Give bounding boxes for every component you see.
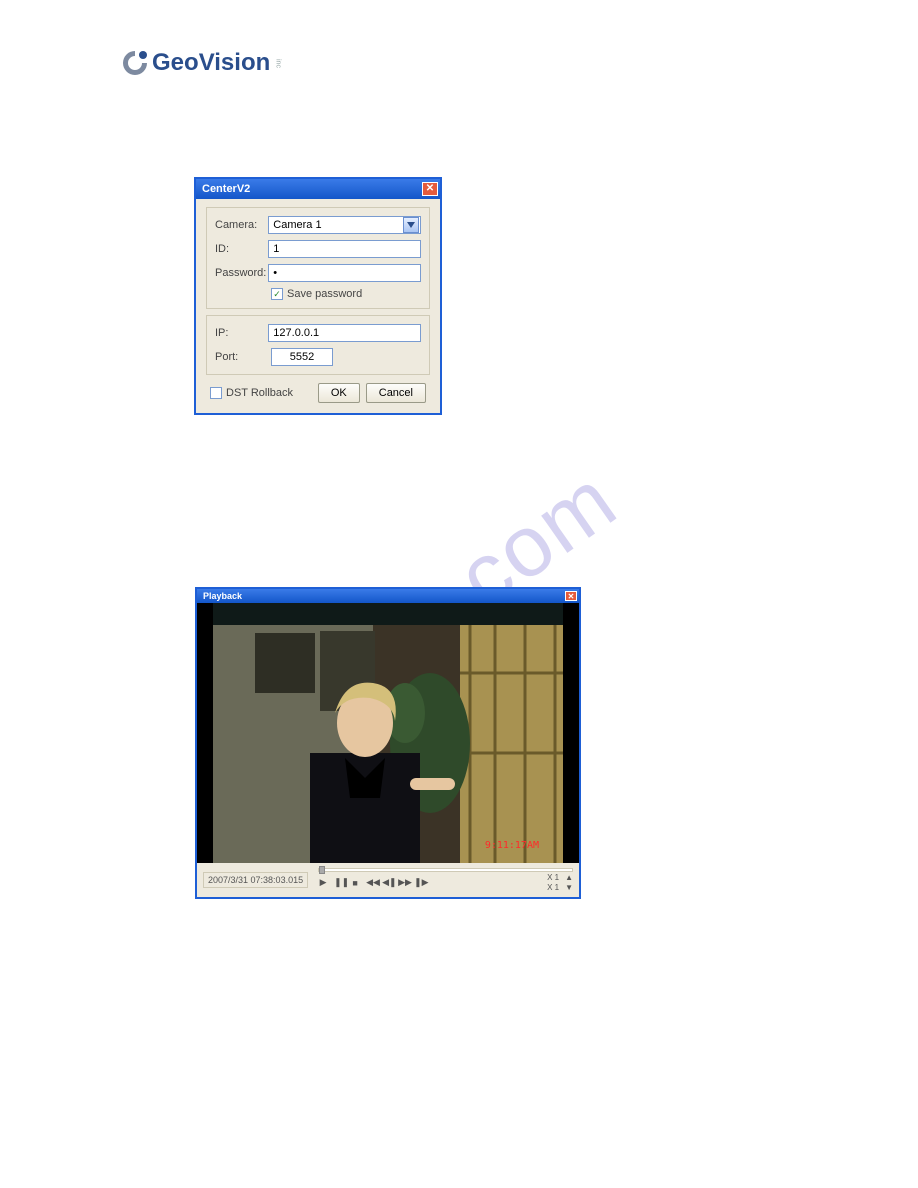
logo-text: GeoVision: [152, 49, 270, 77]
dst-label: DST Rollback: [226, 387, 293, 399]
camera-value: Camera 1: [273, 219, 321, 231]
checkbox-icon: ✓: [271, 288, 283, 300]
checkbox-icon: ✓: [210, 387, 222, 399]
step-back-button[interactable]: ◀❚: [382, 877, 392, 888]
speed-indicator: X 1▲ X 1▼: [547, 873, 573, 892]
playback-progress[interactable]: [318, 868, 573, 872]
centerv2-dialog: CenterV2 ✕ Camera: Camera 1 ID: Password…: [194, 177, 442, 415]
stop-button[interactable]: ■: [350, 878, 360, 888]
pause-button[interactable]: ❚❚: [334, 877, 344, 888]
close-button[interactable]: ✕: [422, 182, 438, 196]
password-field[interactable]: [268, 264, 421, 282]
camera-select[interactable]: Camera 1: [268, 216, 421, 234]
speed-up-button[interactable]: ▲: [565, 873, 573, 882]
ip-label: IP:: [215, 327, 268, 339]
id-field[interactable]: [268, 240, 421, 258]
video-area: 9:11:17AM: [197, 603, 579, 863]
playback-controls: 2007/3/31 07:38:03.015 ▶ ❚❚ ■ ◀◀ ◀❚ ▶▶ ❚…: [197, 863, 579, 897]
ok-button[interactable]: OK: [318, 383, 360, 403]
dst-rollback-checkbox[interactable]: ✓ DST Rollback: [210, 387, 293, 399]
geovision-icon: [120, 48, 150, 78]
rewind-button[interactable]: ◀◀: [366, 877, 376, 888]
play-button[interactable]: ▶: [318, 877, 328, 888]
id-label: ID:: [215, 243, 268, 255]
password-label: Password:: [215, 267, 268, 279]
step-fwd-button[interactable]: ❚▶: [414, 877, 424, 888]
save-password-checkbox[interactable]: ✓ Save password: [271, 288, 362, 300]
progress-knob[interactable]: [319, 866, 325, 874]
speed-down-button[interactable]: ▼: [565, 883, 573, 892]
port-label: Port:: [215, 351, 271, 363]
playback-titlebar: Playback ✕: [197, 589, 579, 603]
fast-forward-button[interactable]: ▶▶: [398, 877, 408, 888]
close-icon: ✕: [426, 184, 434, 194]
dialog-titlebar: CenterV2 ✕: [196, 179, 440, 199]
chevron-down-icon: [403, 217, 419, 233]
save-password-label: Save password: [287, 288, 362, 300]
playback-title: Playback: [203, 591, 242, 601]
close-button[interactable]: ✕: [565, 591, 577, 601]
port-field[interactable]: [271, 348, 333, 366]
video-timestamp-overlay: 9:11:17AM: [485, 840, 539, 851]
dialog-title: CenterV2: [202, 183, 250, 195]
camera-label: Camera:: [215, 219, 268, 231]
ip-field[interactable]: [268, 324, 421, 342]
playback-dialog: Playback ✕: [195, 587, 581, 899]
logo-inc: inc: [274, 59, 281, 68]
group-connection: IP: Port:: [206, 315, 430, 375]
close-icon: ✕: [568, 592, 575, 601]
playback-timestamp: 2007/3/31 07:38:03.015: [203, 872, 308, 888]
group-credentials: Camera: Camera 1 ID: Password: ✓: [206, 207, 430, 309]
cancel-button[interactable]: Cancel: [366, 383, 426, 403]
brand-logo: GeoVision inc: [120, 48, 281, 78]
